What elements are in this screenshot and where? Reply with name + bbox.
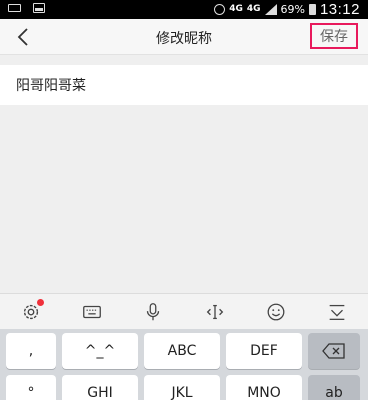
save-button[interactable]: 保存 [310, 23, 358, 49]
notification-dot [36, 298, 44, 306]
emoji-icon [267, 303, 285, 320]
keyboard: , ^_^ ABC DEF ° GHI JKL MNO ab [0, 329, 368, 400]
key-abc[interactable]: ABC [144, 333, 220, 369]
keyboard-settings-button[interactable] [16, 298, 46, 326]
nickname-row [0, 65, 368, 105]
key-ghi[interactable]: GHI [62, 375, 138, 400]
nickname-input[interactable] [16, 65, 352, 105]
cursor-move-button[interactable] [200, 298, 230, 326]
content-area [0, 105, 368, 293]
key-mno[interactable]: MNO [226, 375, 302, 400]
status-right-icons: 4G 4G 69% 13:12 [214, 0, 360, 19]
status-bar: 4G 4G 69% 13:12 [0, 0, 368, 19]
key-emoticon[interactable]: ^_^ [62, 333, 138, 369]
emoji-button[interactable] [261, 298, 291, 326]
backspace-icon [322, 343, 345, 359]
cursor-move-icon [206, 304, 223, 319]
battery-percent: 69% [280, 3, 305, 16]
microphone-icon [147, 302, 160, 320]
clock: 13:12 [319, 1, 360, 18]
key-def[interactable]: DEF [226, 333, 302, 369]
signal-icon [264, 4, 277, 15]
key-ab-switch[interactable]: ab [308, 375, 360, 400]
status-left-icons [8, 3, 45, 13]
voice-input-button[interactable] [138, 298, 168, 326]
hide-keyboard-button[interactable] [322, 298, 352, 326]
delete-key[interactable] [308, 333, 360, 369]
key-comma[interactable]: , [6, 333, 56, 369]
keyboard-icon [83, 305, 101, 318]
key-jkl[interactable]: JKL [144, 375, 220, 400]
alarm-icon [214, 4, 226, 15]
key-degree[interactable]: ° [6, 375, 56, 400]
network-type-label-2: 4G [246, 4, 261, 14]
image-icon [33, 3, 45, 13]
collapse-keyboard-icon [329, 304, 345, 320]
title-bar: 修改昵称 保存 [0, 19, 368, 55]
keyboard-switch-button[interactable] [77, 298, 107, 326]
keyboard-toolbar [0, 293, 368, 329]
battery-icon [308, 4, 316, 15]
keyboard-icon [8, 4, 21, 12]
network-type-label: 4G [229, 4, 243, 14]
